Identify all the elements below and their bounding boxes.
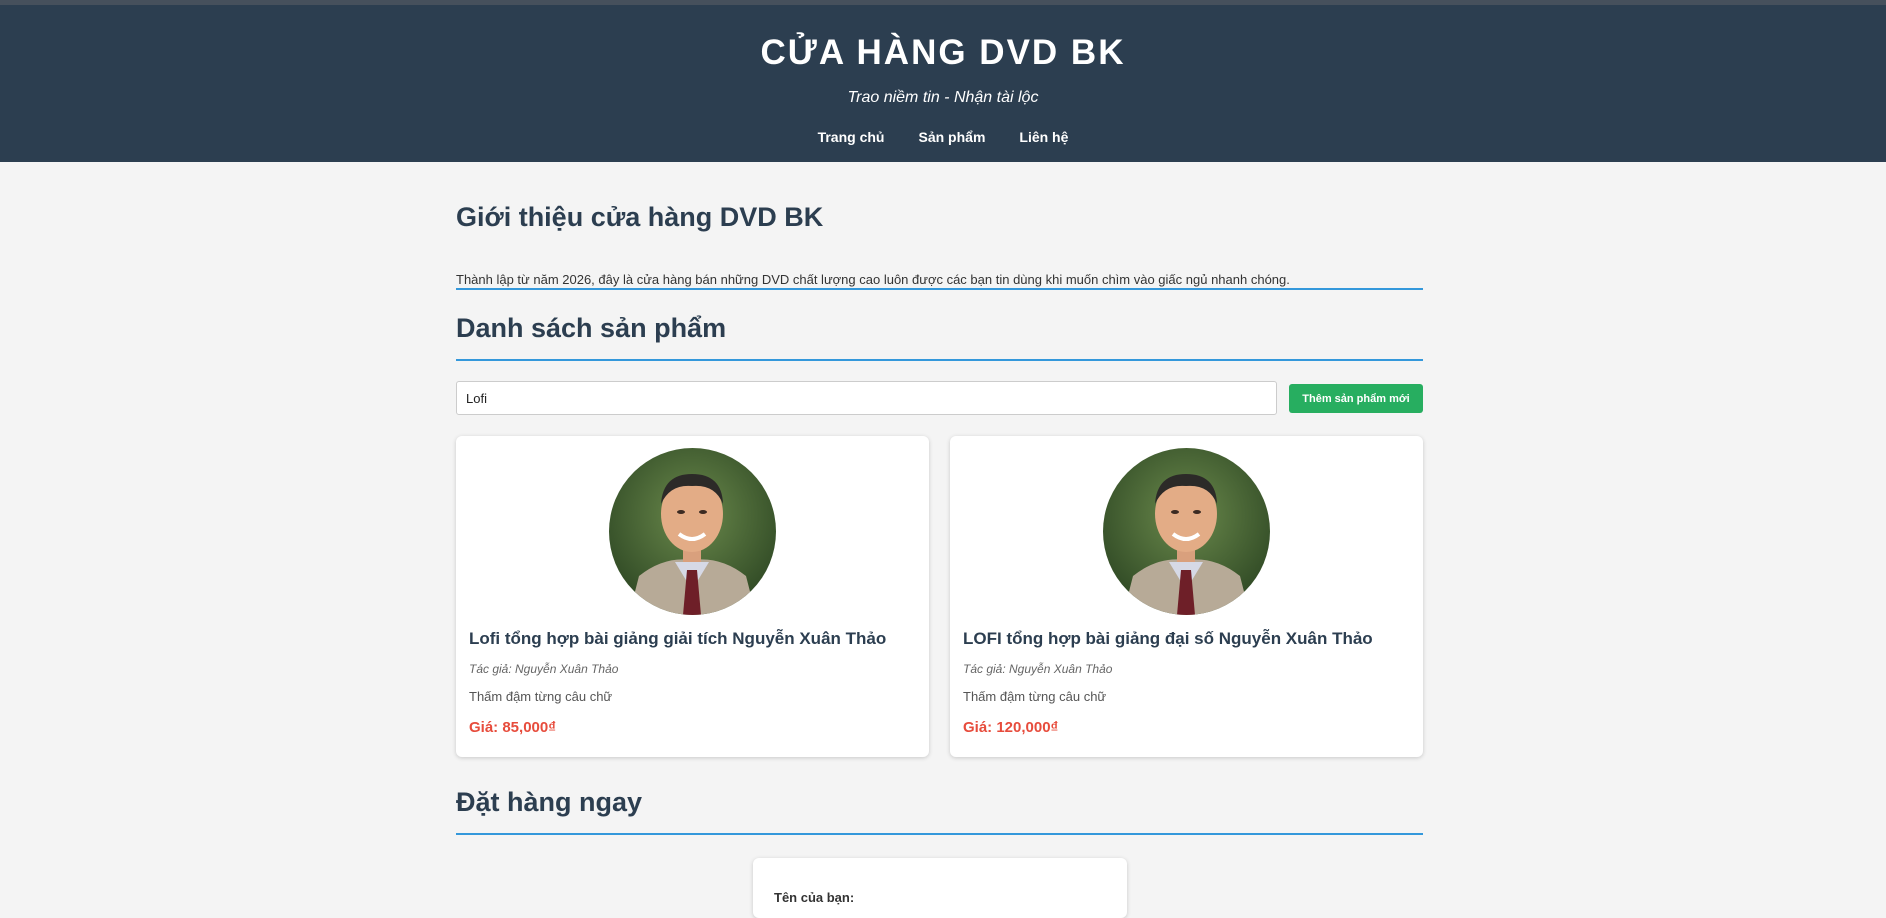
name-field-label: Tên của bạn: bbox=[774, 890, 855, 905]
product-card[interactable]: Lofi tổng hợp bài giảng giải tích Nguyễn… bbox=[456, 436, 929, 757]
order-form: Tên của bạn: bbox=[753, 858, 1127, 918]
nav-home-link[interactable]: Trang chủ bbox=[818, 129, 885, 145]
site-title: CỬA HÀNG DVD BK bbox=[760, 33, 1126, 72]
product-title: Lofi tổng hợp bài giảng giải tích Nguyễn… bbox=[469, 629, 887, 648]
site-header: CỬA HÀNG DVD BK Trao niềm tin - Nhận tài… bbox=[0, 0, 1886, 162]
product-title: LOFI tổng hợp bài giảng đại số Nguyễn Xu… bbox=[963, 629, 1373, 648]
product-description: Thấm đậm từng câu chữ bbox=[469, 689, 613, 704]
search-input[interactable] bbox=[456, 381, 1277, 415]
products-heading: Danh sách sản phẩm bbox=[456, 313, 1423, 361]
main-nav: Trang chủ Sản phẩm Liên hệ bbox=[0, 129, 1886, 145]
product-card[interactable]: LOFI tổng hợp bài giảng đại số Nguyễn Xu… bbox=[950, 436, 1423, 757]
add-product-button[interactable]: Thêm sản phẩm mới bbox=[1289, 384, 1423, 413]
order-heading: Đặt hàng ngay bbox=[456, 787, 1423, 835]
product-author: Tác giả: Nguyễn Xuân Thảo bbox=[963, 662, 1113, 676]
product-avatar bbox=[609, 448, 776, 615]
product-description: Thấm đậm từng câu chữ bbox=[963, 689, 1107, 704]
intro-text: Thành lập từ năm 2026, đây là cửa hàng b… bbox=[456, 272, 1290, 287]
portrait-image bbox=[609, 448, 776, 615]
product-avatar bbox=[1103, 448, 1270, 615]
product-price: Giá: 120,000₫ bbox=[963, 719, 1059, 736]
site-tagline: Trao niềm tin - Nhận tài lộc bbox=[847, 89, 1039, 106]
portrait-image bbox=[1103, 448, 1270, 615]
nav-contact-link[interactable]: Liên hệ bbox=[1019, 129, 1068, 145]
product-author: Tác giả: Nguyễn Xuân Thảo bbox=[469, 662, 619, 676]
nav-products-link[interactable]: Sản phẩm bbox=[918, 129, 985, 145]
product-price: Giá: 85,000₫ bbox=[469, 719, 556, 736]
